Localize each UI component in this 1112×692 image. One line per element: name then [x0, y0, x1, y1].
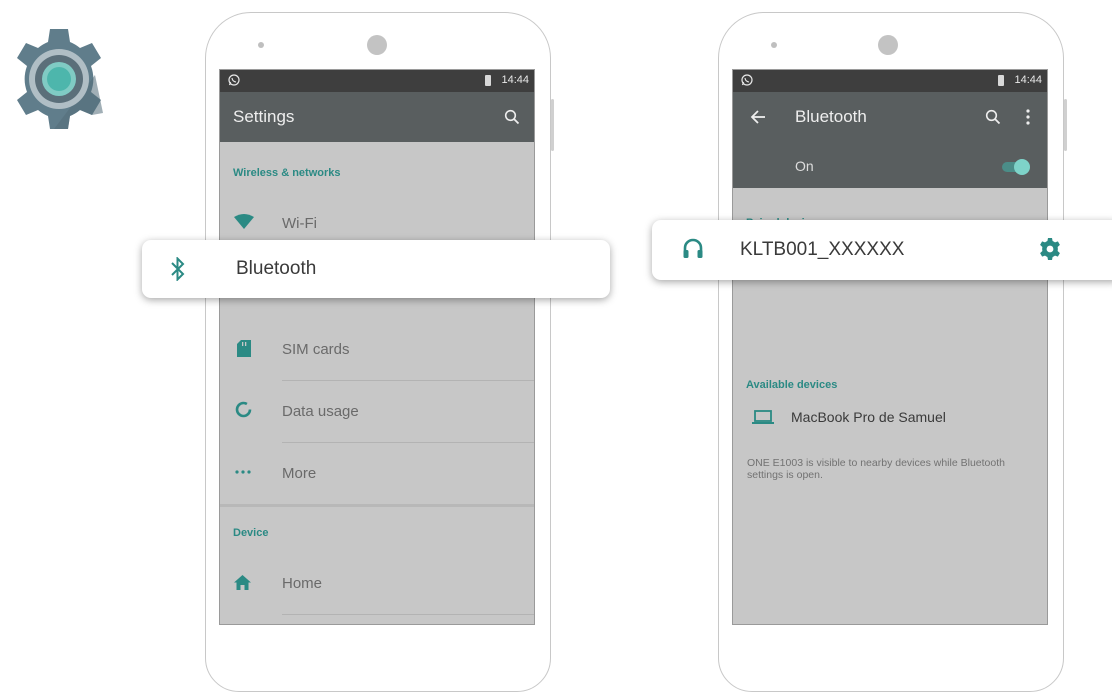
settings-item-label: Wi-Fi — [282, 215, 317, 232]
more-dots-icon — [235, 470, 251, 474]
divider — [282, 614, 534, 615]
status-bar: 14:44 — [733, 70, 1047, 92]
page-title: Settings — [233, 107, 295, 126]
gear-icon[interactable] — [1038, 237, 1062, 261]
laptop-icon — [752, 410, 774, 424]
status-time: 14:44 — [1014, 74, 1042, 86]
bluetooth-toggle-label: On — [795, 158, 814, 174]
wifi-icon — [234, 214, 254, 229]
front-camera — [367, 35, 387, 55]
back-arrow-icon[interactable] — [750, 109, 766, 125]
headphones-icon — [683, 238, 703, 258]
section-header-wireless: Wireless & networks — [233, 167, 341, 179]
home-icon — [234, 575, 251, 590]
overflow-menu-icon[interactable] — [1026, 109, 1030, 125]
bluetooth-toggle-switch[interactable] — [1000, 159, 1030, 175]
speaker-dot — [771, 42, 777, 48]
section-divider — [220, 504, 534, 507]
settings-gear-icon — [17, 29, 103, 129]
settings-item-label: Home — [282, 575, 323, 592]
paired-device-callout[interactable]: KLTB001_XXXXXX — [652, 220, 1112, 280]
front-camera — [878, 35, 898, 55]
settings-item-label: Data usage — [282, 403, 359, 420]
divider — [282, 442, 534, 443]
available-device-name: MacBook Pro de Samuel — [791, 409, 946, 425]
search-icon[interactable] — [985, 109, 1001, 125]
settings-app-icon — [7, 26, 111, 132]
right-phone: 14:44 Bluetooth On Pair — [718, 12, 1067, 692]
page-title: Bluetooth — [795, 107, 867, 126]
settings-screen: 14:44 Settings Wireless & networks Wi-Fi — [219, 69, 535, 625]
bluetooth-icon — [171, 257, 185, 281]
divider — [282, 380, 534, 381]
settings-item-label: SIM cards — [282, 341, 350, 358]
app-bar: Settings — [220, 92, 534, 142]
speaker-dot — [258, 42, 264, 48]
bluetooth-screen: 14:44 Bluetooth On Pair — [732, 69, 1048, 625]
side-button — [1064, 99, 1067, 151]
bluetooth-callout[interactable]: Bluetooth — [142, 240, 610, 298]
bluetooth-callout-label: Bluetooth — [236, 258, 317, 279]
status-time: 14:44 — [501, 74, 529, 86]
toggle-thumb — [1014, 159, 1030, 175]
battery-icon — [485, 75, 491, 86]
whatsapp-icon — [741, 74, 753, 86]
whatsapp-icon — [228, 74, 240, 86]
side-button — [551, 99, 554, 151]
battery-icon — [998, 75, 1004, 86]
status-bar: 14:44 — [220, 70, 534, 92]
app-bar: Bluetooth On — [733, 92, 1047, 188]
left-phone: 14:44 Settings Wireless & networks Wi-Fi — [205, 12, 554, 692]
section-header-available: Available devices — [746, 379, 838, 391]
visibility-note: ONE E1003 is visible to nearby devices w… — [747, 457, 1005, 481]
section-header-device: Device — [233, 527, 269, 539]
search-icon[interactable] — [504, 109, 520, 125]
sim-card-icon — [237, 340, 251, 357]
paired-device-name: KLTB001_XXXXXX — [740, 239, 905, 260]
settings-item-label: More — [282, 465, 317, 482]
data-usage-icon — [235, 401, 252, 418]
